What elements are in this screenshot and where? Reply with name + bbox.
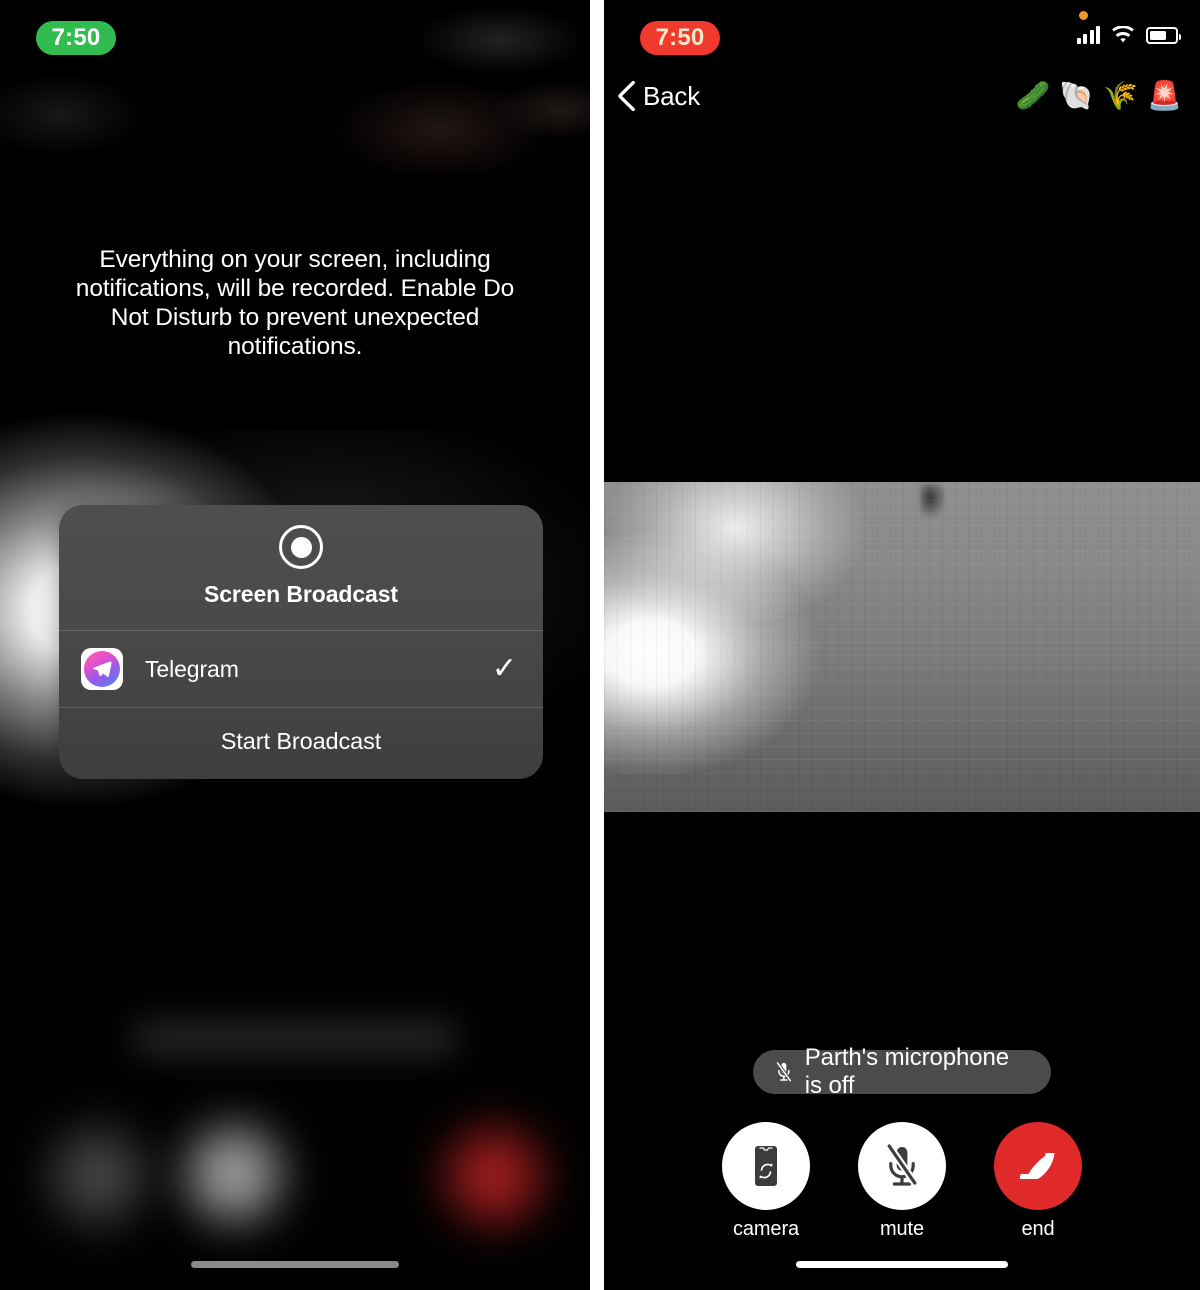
telegram-icon — [81, 648, 123, 690]
right-status-bar: 7:50 — [604, 0, 1200, 62]
end-call-button[interactable] — [994, 1122, 1082, 1210]
navigation-bar: Back 🥒 🐚 🌾 🚨 — [604, 62, 1200, 130]
emoji-avocado-icon[interactable]: 🥒 — [1016, 82, 1051, 110]
sheet-header: Screen Broadcast — [59, 505, 543, 631]
end-call-icon — [1019, 1153, 1055, 1179]
blurred-mute-button — [188, 1128, 280, 1220]
cellular-signal-icon — [1076, 26, 1100, 44]
mic-status-banner: Parth's microphone is off — [753, 1044, 1051, 1099]
microphone-off-icon — [884, 1141, 920, 1188]
left-phone-screen: 7:50 Everything on your screen, includin… — [0, 0, 590, 1290]
camera-button[interactable] — [722, 1122, 810, 1210]
battery-icon — [1146, 26, 1181, 44]
end-control[interactable]: end — [992, 1122, 1084, 1241]
microphone-off-icon — [775, 1060, 793, 1083]
screen-broadcast-sheet: Screen Broadcast Telegram ✓ Start Broadc… — [59, 505, 543, 779]
home-indicator[interactable] — [191, 1261, 399, 1268]
left-status-bar: 7:50 — [0, 0, 590, 62]
emoji-police-light-icon[interactable]: 🚨 — [1147, 82, 1182, 110]
camera-label: camera — [732, 1218, 800, 1240]
chevron-left-icon — [618, 81, 635, 111]
recording-indicator-dot — [1079, 11, 1088, 20]
emoji-sheaf-of-rice-icon[interactable]: 🌾 — [1103, 82, 1138, 110]
status-time-pill-recording: 7:50 — [640, 21, 720, 55]
nav-emoji-group: 🥒 🐚 🌾 🚨 — [1016, 82, 1183, 110]
blurred-status-pill — [130, 1018, 460, 1058]
mute-control[interactable]: mute — [856, 1122, 948, 1241]
flip-camera-icon — [755, 1146, 777, 1186]
record-icon — [279, 525, 323, 569]
blurred-camera-button — [52, 1130, 144, 1222]
home-indicator[interactable] — [796, 1261, 1008, 1268]
sheet-title: Screen Broadcast — [204, 581, 398, 607]
screen-recording-notice: Everything on your screen, including not… — [75, 246, 515, 360]
check-icon: ✓ — [491, 652, 517, 685]
right-phone-screen: 7:50 Back 🥒 🐚 🌾 🚨 Parth's microphone is … — [604, 0, 1200, 1290]
back-button[interactable]: Back — [618, 81, 700, 112]
end-label: end — [1021, 1218, 1055, 1240]
video-feed — [604, 482, 1200, 812]
start-broadcast-button[interactable]: Start Broadcast — [59, 708, 543, 779]
mute-label: mute — [879, 1218, 925, 1240]
blurred-call-controls — [0, 990, 590, 1290]
panel-divider — [590, 0, 604, 1290]
blurred-end-button — [448, 1130, 540, 1222]
status-time-pill: 7:50 — [36, 21, 116, 55]
mute-button[interactable] — [858, 1122, 946, 1210]
broadcast-app-row-telegram[interactable]: Telegram ✓ — [59, 631, 543, 708]
call-controls: camera mute end — [604, 1122, 1200, 1241]
emoji-spiral-shell-icon[interactable]: 🐚 — [1059, 82, 1094, 110]
app-name-label: Telegram — [145, 655, 239, 682]
mic-status-label: Parth's microphone is off — [804, 1044, 1009, 1099]
screenshot-root: 7:50 Everything on your screen, includin… — [0, 0, 1200, 1290]
back-label: Back — [643, 80, 701, 111]
camera-control[interactable]: camera — [720, 1122, 812, 1241]
wifi-icon — [1112, 26, 1134, 43]
